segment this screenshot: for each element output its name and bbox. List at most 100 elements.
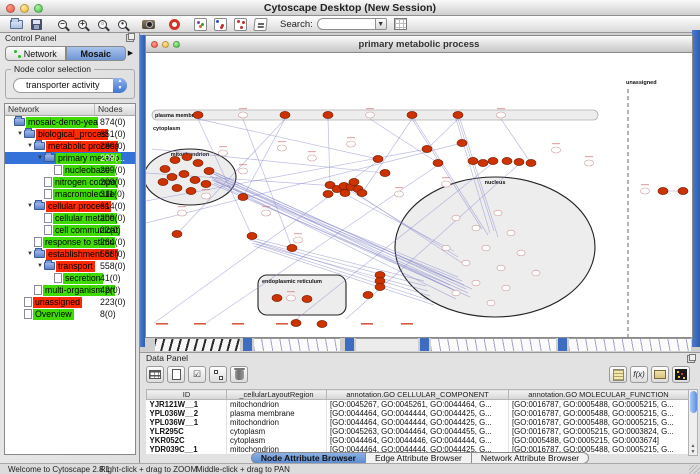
graph-node[interactable] (472, 225, 480, 231)
network-label[interactable]: unassigned (33, 297, 82, 308)
graph-node[interactable] (262, 210, 271, 216)
expand-arrow[interactable]: ▼ (26, 143, 34, 149)
table-cell[interactable]: YPL036W__2 (147, 409, 227, 418)
zoom-out-button[interactable]: − (54, 17, 71, 32)
graph-node[interactable] (278, 145, 287, 151)
table-cell[interactable]: [GO:0016787, GO:0005215, GO:0003824, G..… (509, 427, 689, 436)
help-button[interactable] (166, 17, 183, 32)
column-header[interactable]: ID (147, 390, 227, 400)
tree-row[interactable]: mosaic-demo-yeast874(0) (5, 116, 135, 128)
node-attributes-button[interactable] (212, 17, 229, 32)
table-row[interactable]: YLR295Ccytoplasm[GO:0045263, GO:0044464,… (147, 427, 689, 436)
network-label[interactable]: secretion (63, 273, 103, 284)
delete-attribute-button[interactable] (230, 366, 248, 383)
graph-node-selected[interactable] (158, 179, 168, 186)
tree-row[interactable]: secretion41(0) (5, 272, 135, 284)
table-cell[interactable]: YPL036W__1 (147, 418, 227, 427)
graph-node[interactable] (494, 210, 502, 216)
table-row[interactable]: YPL036W__2plasma membrane[GO:0044464, GO… (147, 409, 689, 418)
graph-node[interactable] (366, 112, 375, 118)
tree-row[interactable]: ▼transport558(0) (5, 260, 135, 272)
network-canvas-container[interactable]: plasma membranecytoplasmmitochondrionnuc… (146, 53, 692, 337)
column-header[interactable]: annotation.GO MOLECULAR_FUNCTION (509, 390, 689, 400)
expand-arrow[interactable]: ▼ (26, 251, 34, 257)
graph-node-selected[interactable] (323, 191, 333, 198)
graph-node-selected[interactable] (172, 231, 182, 238)
column-header[interactable]: annotation.GO CELLULAR_COMPONENT (327, 390, 509, 400)
graph-node-selected[interactable] (193, 112, 203, 119)
column-header[interactable]: _cellularLayoutRegion (227, 390, 327, 400)
vizmapper-button[interactable] (252, 17, 269, 32)
zoom-selected-button[interactable]: ▫ (94, 17, 111, 32)
table-cell[interactable]: mitochondrion (227, 400, 327, 410)
graph-node-selected[interactable] (422, 146, 432, 153)
tree-row[interactable]: Overview8(0) (5, 308, 135, 320)
graph-node-selected[interactable] (186, 188, 196, 195)
table-cell[interactable]: [GO:0045267, GO:0045261, GO:0044464, G..… (327, 400, 509, 410)
table-cell[interactable]: mitochondrion (227, 418, 327, 427)
table-cell[interactable]: [GO:0044464, GO:0044446, GO:0044444, G..… (327, 436, 509, 445)
graph-node-selected[interactable] (182, 154, 192, 161)
tree-col-network[interactable]: Network (5, 104, 95, 115)
tree-row[interactable]: unassigned223(0) (5, 296, 135, 308)
table-cell[interactable]: YKR052C (147, 436, 227, 445)
table-cell[interactable]: [GO:0044464, GO:0044444, GO:0044425, G..… (327, 409, 509, 418)
tree-row[interactable]: nucleobase-209(0) (5, 164, 135, 176)
expand-arrow[interactable]: ▼ (16, 131, 24, 137)
graph-node-selected[interactable] (363, 292, 373, 299)
background-window-fragment[interactable] (254, 338, 340, 351)
graph-node-selected[interactable] (170, 157, 180, 164)
float-panel-icon[interactable] (126, 34, 134, 42)
table-cell[interactable]: [GO:0016787, GO:0005488, GO:0005215, G..… (509, 409, 689, 418)
graph-node-selected[interactable] (380, 170, 390, 177)
graph-node[interactable] (517, 250, 525, 256)
graph-node-selected[interactable] (375, 284, 385, 291)
graph-node-selected[interactable] (658, 188, 668, 195)
table-cell[interactable]: YLR295C (147, 427, 227, 436)
zoom-in-button[interactable]: + (74, 17, 91, 32)
background-window-fragment[interactable] (431, 338, 556, 351)
search-dropdown-arrow[interactable]: ▼ (375, 18, 387, 30)
tree-row[interactable]: ▼cellular process614(0) (5, 200, 135, 212)
graph-node-selected[interactable] (302, 296, 312, 303)
graph-node-selected[interactable] (204, 168, 214, 175)
graph-node-selected[interactable] (488, 158, 498, 165)
graph-node-selected[interactable] (373, 156, 383, 163)
scrollbar-thumb[interactable] (690, 391, 697, 413)
expand-arrow[interactable]: ▼ (26, 203, 34, 209)
table-cell[interactable]: [GO:0044464, GO:0044444, GO:0044425, G..… (327, 418, 509, 427)
graph-node-selected[interactable] (678, 188, 688, 195)
graph-node[interactable] (462, 260, 470, 266)
network-label[interactable]: mosaic-demo-yeast (26, 117, 98, 128)
graph-node-selected[interactable] (160, 166, 170, 173)
node-color-dropdown[interactable]: transporter activity ▲▼ (13, 78, 127, 93)
graph-node[interactable] (442, 245, 450, 251)
table-cell[interactable]: [GO:0016787, GO:0005488, GO:0005215, G..… (509, 418, 689, 427)
table-cell[interactable]: cytoplasm (227, 427, 327, 436)
tree-row[interactable]: cell communicat22(0) (5, 224, 135, 236)
import-table-button[interactable] (392, 17, 409, 32)
table-row[interactable]: YPL036W__1mitochondrion[GO:0044464, GO:0… (147, 418, 689, 427)
tree-row[interactable]: ▼metabolic process280(0) (5, 140, 135, 152)
table-scrollbar[interactable]: ▲▼ (688, 389, 698, 456)
graph-node-selected[interactable] (291, 320, 301, 327)
tree-row[interactable]: ▼primary metabo209(... (5, 152, 135, 164)
edge-attributes-button[interactable] (232, 17, 249, 32)
table-cell[interactable]: plasma membrane (227, 409, 327, 418)
tree-row[interactable]: macromolecule311(0) (5, 188, 135, 200)
tree-row[interactable]: ▼biological_process651(0) (5, 128, 135, 140)
graph-node-selected[interactable] (453, 112, 463, 119)
tab-network[interactable]: Network (5, 46, 66, 61)
graph-node-selected[interactable] (468, 158, 478, 165)
graph-node[interactable] (507, 230, 515, 236)
graph-node[interactable] (452, 215, 460, 221)
graph-node-selected[interactable] (179, 171, 189, 178)
annotation-network-button[interactable] (192, 17, 209, 32)
resize-grip[interactable] (689, 465, 700, 474)
graph-node-selected[interactable] (247, 233, 257, 240)
table-row[interactable]: YJR121W__1mitochondrion[GO:0045267, GO:0… (147, 400, 689, 410)
float-data-panel-icon[interactable] (687, 355, 695, 363)
graph-node-selected[interactable] (272, 295, 282, 302)
background-window-fragment[interactable] (569, 338, 691, 351)
graph-node-selected[interactable] (172, 185, 182, 192)
